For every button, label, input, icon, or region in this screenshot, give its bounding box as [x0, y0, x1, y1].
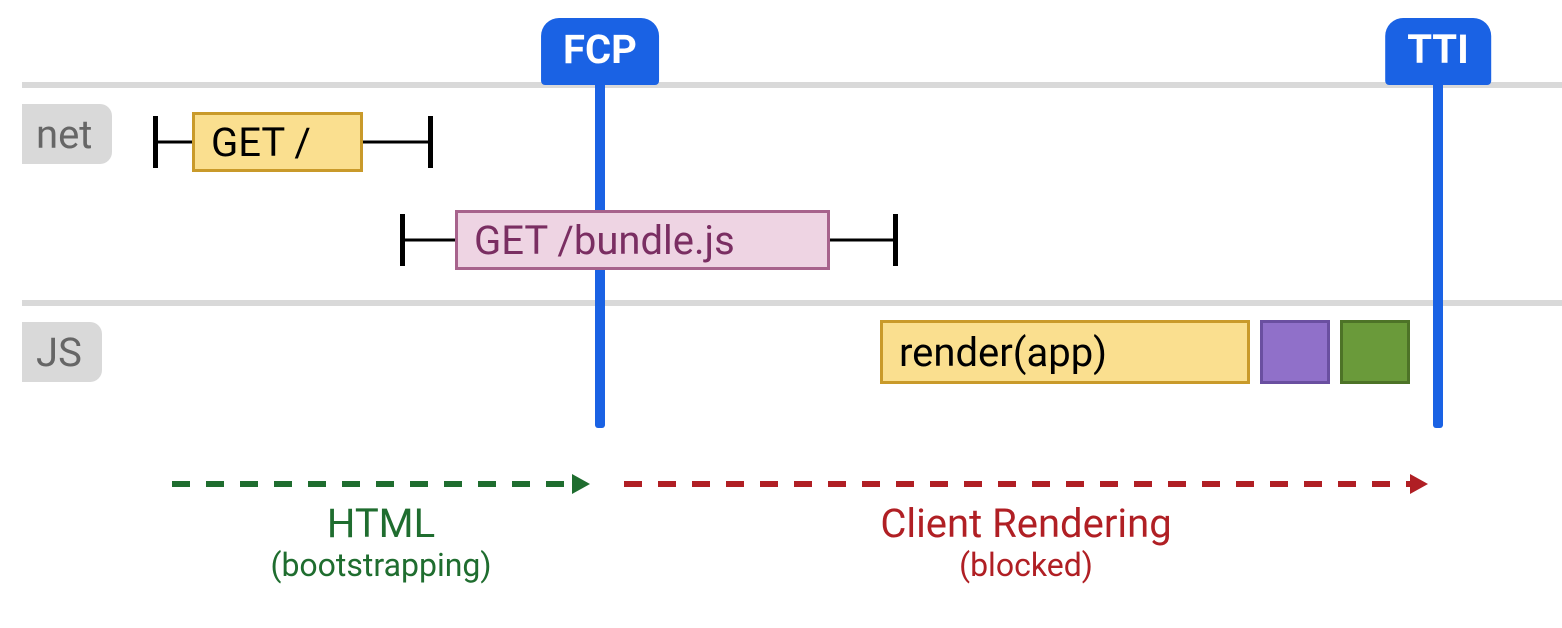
- phase-title: Client Rendering: [624, 500, 1428, 547]
- phase-subtitle: (blocked): [624, 547, 1428, 585]
- js-task-task-green: [1340, 320, 1410, 384]
- lane-divider-net: [22, 82, 1562, 88]
- lane-label-js: JS: [22, 322, 102, 382]
- net-request-get-root: GET /: [0, 112, 1562, 172]
- rendering-timeline-diagram: net JS FCP TTI GET /GET /bundle.js rende…: [0, 0, 1562, 628]
- request-label: GET /bundle.js: [455, 210, 830, 270]
- milestone-label: FCP: [541, 18, 659, 85]
- request-label: GET /: [192, 112, 363, 172]
- net-request-get-bundle: GET /bundle.js: [0, 210, 1562, 270]
- task-label: render(app): [899, 329, 1107, 376]
- phase-label-html-phase: HTML(bootstrapping): [172, 500, 590, 585]
- lane-divider-js: [22, 300, 1562, 306]
- js-task-task-purple: [1260, 320, 1330, 384]
- phase-title: HTML: [172, 500, 590, 547]
- phase-arrow-client-render-phase: [624, 472, 1428, 496]
- phase-arrow-html-phase: [172, 472, 590, 496]
- phase-label-client-render-phase: Client Rendering(blocked): [624, 500, 1428, 585]
- milestone-label: TTI: [1385, 18, 1491, 85]
- js-task-render-app: render(app): [880, 320, 1250, 384]
- lane-label-text: JS: [36, 329, 82, 376]
- phase-subtitle: (bootstrapping): [172, 547, 590, 585]
